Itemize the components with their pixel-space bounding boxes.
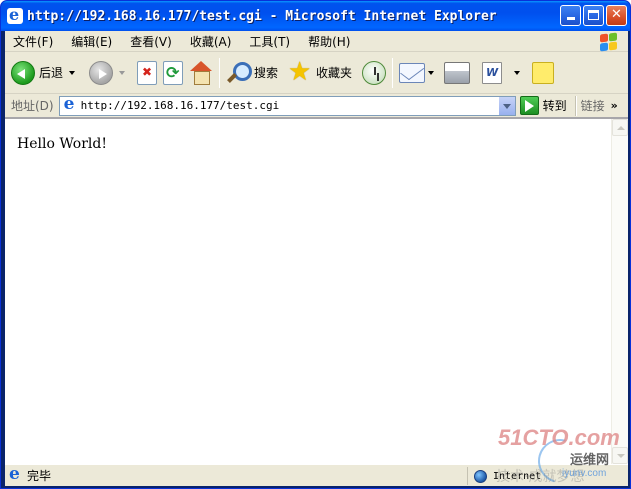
window-title: http://192.168.16.177/test.cgi - Microso… bbox=[27, 8, 497, 24]
refresh-icon bbox=[163, 60, 184, 85]
mail-dropdown-icon[interactable] bbox=[428, 70, 435, 75]
links-label[interactable]: 链接 bbox=[581, 97, 605, 114]
menu-help[interactable]: 帮助(H) bbox=[299, 33, 359, 50]
page-ie-icon bbox=[62, 94, 78, 114]
mail-button[interactable] bbox=[396, 55, 437, 91]
status-bar: 完毕 Internet bbox=[5, 464, 628, 486]
history-icon bbox=[362, 60, 387, 85]
back-dropdown-icon[interactable] bbox=[69, 70, 76, 75]
globe-icon bbox=[474, 469, 487, 483]
stop-icon bbox=[137, 60, 158, 85]
back-button[interactable]: 后退 bbox=[5, 55, 78, 91]
page-content: Hello World! bbox=[5, 118, 628, 464]
home-icon bbox=[189, 60, 213, 85]
scroll-down-button[interactable] bbox=[612, 447, 628, 464]
search-button[interactable]: 搜索 bbox=[223, 55, 281, 91]
mail-icon bbox=[399, 62, 426, 83]
forward-arrow-icon bbox=[89, 60, 114, 85]
back-arrow-icon bbox=[11, 60, 35, 85]
close-icon: ✕ bbox=[611, 7, 622, 22]
toolbar: 后退 搜索 收藏夹 bbox=[5, 52, 628, 94]
toolbar-separator bbox=[392, 57, 394, 88]
stop-button[interactable] bbox=[134, 55, 160, 91]
address-bar: 地址(D) 转到 链接 » bbox=[5, 94, 628, 118]
status-text: 完毕 bbox=[27, 469, 52, 483]
menu-edit[interactable]: 编辑(E) bbox=[62, 33, 121, 50]
edit-button[interactable] bbox=[479, 55, 523, 91]
search-label: 搜索 bbox=[254, 66, 279, 80]
home-button[interactable] bbox=[186, 55, 216, 91]
browser-window: http://192.168.16.177/test.cgi - Microso… bbox=[0, 0, 631, 489]
print-button[interactable] bbox=[441, 55, 473, 91]
links-separator bbox=[574, 95, 577, 116]
scroll-up-button[interactable] bbox=[612, 119, 628, 136]
address-input[interactable] bbox=[80, 97, 491, 114]
note-icon bbox=[532, 61, 555, 84]
minimize-icon bbox=[566, 17, 575, 20]
history-button[interactable] bbox=[359, 55, 389, 91]
messenger-button[interactable] bbox=[529, 55, 557, 91]
links-chevron-icon[interactable]: » bbox=[611, 99, 618, 112]
back-label: 后退 bbox=[39, 66, 64, 80]
search-icon bbox=[226, 61, 253, 85]
zone-text: Internet bbox=[493, 470, 542, 482]
go-button[interactable]: 转到 bbox=[519, 96, 567, 115]
page-text: Hello World! bbox=[17, 136, 107, 152]
menu-view[interactable]: 查看(V) bbox=[121, 33, 181, 50]
security-zone[interactable]: Internet bbox=[467, 467, 627, 485]
menu-file[interactable]: 文件(F) bbox=[5, 33, 62, 50]
maximize-icon bbox=[588, 10, 599, 20]
title-bar[interactable]: http://192.168.16.177/test.cgi - Microso… bbox=[1, 1, 630, 31]
favorites-label: 收藏夹 bbox=[316, 66, 353, 80]
window-controls: ✕ bbox=[560, 5, 627, 26]
close-button[interactable]: ✕ bbox=[606, 5, 627, 26]
vertical-scrollbar[interactable] bbox=[611, 119, 628, 464]
ie-icon[interactable] bbox=[7, 5, 23, 24]
favorites-button[interactable]: 收藏夹 bbox=[285, 55, 355, 91]
address-dropdown-button[interactable] bbox=[497, 96, 515, 115]
forward-button[interactable] bbox=[86, 55, 128, 91]
address-box[interactable] bbox=[58, 94, 516, 116]
address-label: 地址(D) bbox=[11, 99, 54, 113]
star-icon bbox=[288, 57, 312, 87]
forward-dropdown-icon[interactable] bbox=[119, 70, 126, 75]
menu-favorites[interactable]: 收藏(A) bbox=[181, 33, 241, 50]
refresh-button[interactable] bbox=[160, 55, 186, 91]
printer-icon bbox=[444, 61, 471, 84]
go-arrow-icon bbox=[519, 96, 539, 115]
edit-dropdown-icon[interactable] bbox=[514, 70, 521, 75]
toolbar-separator bbox=[219, 57, 221, 88]
windows-logo-icon bbox=[592, 32, 620, 52]
minimize-button[interactable] bbox=[560, 5, 581, 26]
menu-bar: 文件(F) 编辑(E) 查看(V) 收藏(A) 工具(T) 帮助(H) bbox=[5, 31, 628, 52]
go-label: 转到 bbox=[542, 99, 567, 113]
word-icon bbox=[482, 61, 503, 84]
maximize-button[interactable] bbox=[583, 5, 604, 26]
status-ie-icon bbox=[7, 464, 23, 484]
menu-tools[interactable]: 工具(T) bbox=[240, 33, 299, 50]
